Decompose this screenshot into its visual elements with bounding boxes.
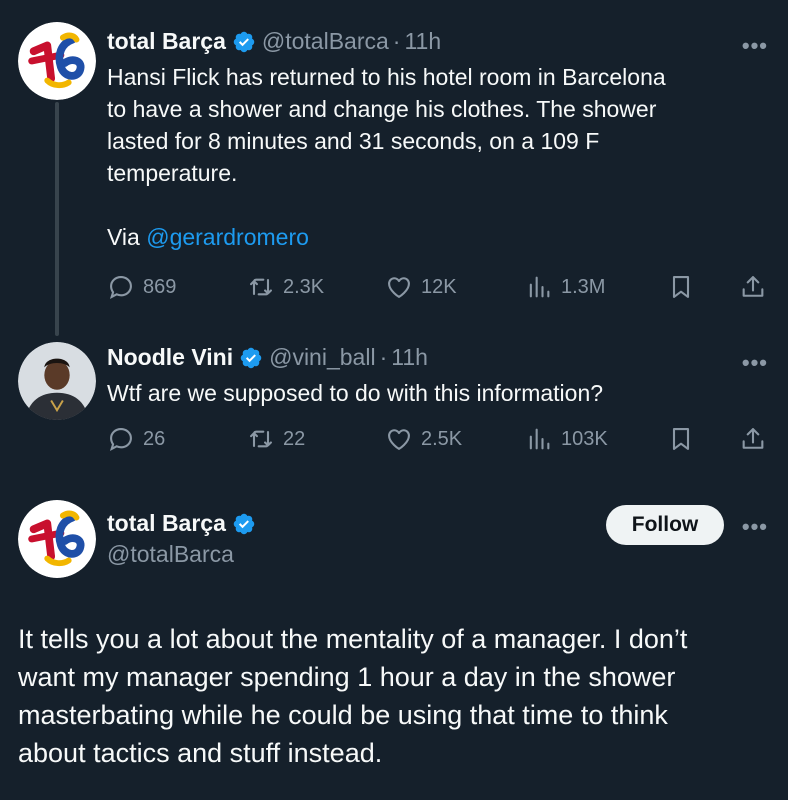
main-text-line: It tells you a lot about the mentality o… <box>18 624 688 654</box>
views-button[interactable]: 103K <box>525 422 608 456</box>
bookmark-button[interactable] <box>667 270 695 304</box>
author-name[interactable]: Noodle Vini <box>107 344 233 371</box>
views-button[interactable]: 1.3M <box>525 270 605 304</box>
tweet-text: Wtf are we supposed to do with this info… <box>107 380 604 406</box>
avatar-noodle-vini[interactable] <box>18 342 96 420</box>
verified-badge-icon <box>239 346 263 370</box>
like-button[interactable]: 12K <box>385 270 457 304</box>
verified-badge-icon <box>232 512 256 536</box>
author-handle[interactable]: @vini_ball <box>269 344 375 371</box>
views-icon <box>525 425 553 453</box>
timestamp[interactable]: 11h <box>404 28 441 55</box>
tweet-text-line: lasted for 8 minutes and 31 seconds, on … <box>107 128 600 154</box>
reply-button[interactable]: 869 <box>107 270 176 304</box>
separator-dot: · <box>392 28 401 54</box>
main-text-line: about tactics and stuff instead. <box>18 738 383 768</box>
repost-button[interactable]: 22 <box>247 422 305 456</box>
main-tweet-header: total Barça <box>107 510 262 537</box>
via-prefix: Via <box>107 224 147 250</box>
views-icon <box>525 273 553 301</box>
share-icon <box>739 425 767 453</box>
bookmark-icon <box>667 425 695 453</box>
repost-count: 2.3K <box>283 275 325 298</box>
tweet-header: Noodle Vini @vini_ball · 11h <box>107 344 428 371</box>
views-count: 1.3M <box>561 275 606 298</box>
reply-count: 26 <box>143 427 166 450</box>
main-text-line: want my manager spending 1 hour a day in… <box>18 662 676 692</box>
main-tweet-handle-row: @totalBarca <box>107 541 234 568</box>
total-barca-logo-icon <box>18 22 96 100</box>
more-icon[interactable]: ••• <box>742 33 768 59</box>
repost-icon <box>247 425 275 453</box>
like-button[interactable]: 2.5K <box>385 422 462 456</box>
author-name[interactable]: total Barça <box>107 28 226 55</box>
reply-icon <box>107 273 135 301</box>
reply-icon <box>107 425 135 453</box>
profile-photo-icon <box>18 342 96 420</box>
views-count: 103K <box>561 427 608 450</box>
author-handle[interactable]: @totalBarca <box>262 28 389 55</box>
follow-button[interactable]: Follow <box>606 505 724 545</box>
avatar-total-barca[interactable] <box>18 22 96 100</box>
main-tweet-text: It tells you a lot about the mentality o… <box>18 620 778 772</box>
mention-link[interactable]: @gerardromero <box>146 224 309 250</box>
reply-button[interactable]: 26 <box>107 422 165 456</box>
main-text-line: masterbating while he could be using tha… <box>18 700 668 730</box>
like-count: 2.5K <box>421 427 463 450</box>
bookmark-icon <box>667 273 695 301</box>
like-count: 12K <box>421 275 457 298</box>
tweet-text: Hansi Flick has returned to his hotel ro… <box>107 61 757 253</box>
total-barca-logo-icon <box>18 500 96 578</box>
tweet-actions: 869 2.3K 12K 1.3M <box>107 270 772 304</box>
more-icon[interactable]: ••• <box>742 514 768 540</box>
verified-badge-icon <box>232 30 256 54</box>
repost-count: 22 <box>283 427 306 450</box>
more-icon[interactable]: ••• <box>742 350 768 376</box>
tweet-header: total Barça @totalBarca · 11h <box>107 28 441 55</box>
via-line: Via @gerardromero <box>107 221 757 253</box>
timestamp[interactable]: 11h <box>391 344 428 371</box>
separator-dot: · <box>379 344 388 370</box>
thread-connector-line <box>55 102 59 336</box>
share-button[interactable] <box>739 270 767 304</box>
repost-icon <box>247 273 275 301</box>
author-name[interactable]: total Barça <box>107 510 226 537</box>
share-button[interactable] <box>739 422 767 456</box>
reply-count: 869 <box>143 275 177 298</box>
tweet-actions: 26 22 2.5K 103K <box>107 422 772 456</box>
like-icon <box>385 425 413 453</box>
repost-button[interactable]: 2.3K <box>247 270 324 304</box>
tweet-text-line: to have a shower and change his clothes.… <box>107 96 657 122</box>
avatar-total-barca[interactable] <box>18 500 96 578</box>
like-icon <box>385 273 413 301</box>
tweet-text-line: temperature. <box>107 160 238 186</box>
share-icon <box>739 273 767 301</box>
bookmark-button[interactable] <box>667 422 695 456</box>
author-handle[interactable]: @totalBarca <box>107 541 234 568</box>
tweet-text-line: Hansi Flick has returned to his hotel ro… <box>107 64 666 90</box>
